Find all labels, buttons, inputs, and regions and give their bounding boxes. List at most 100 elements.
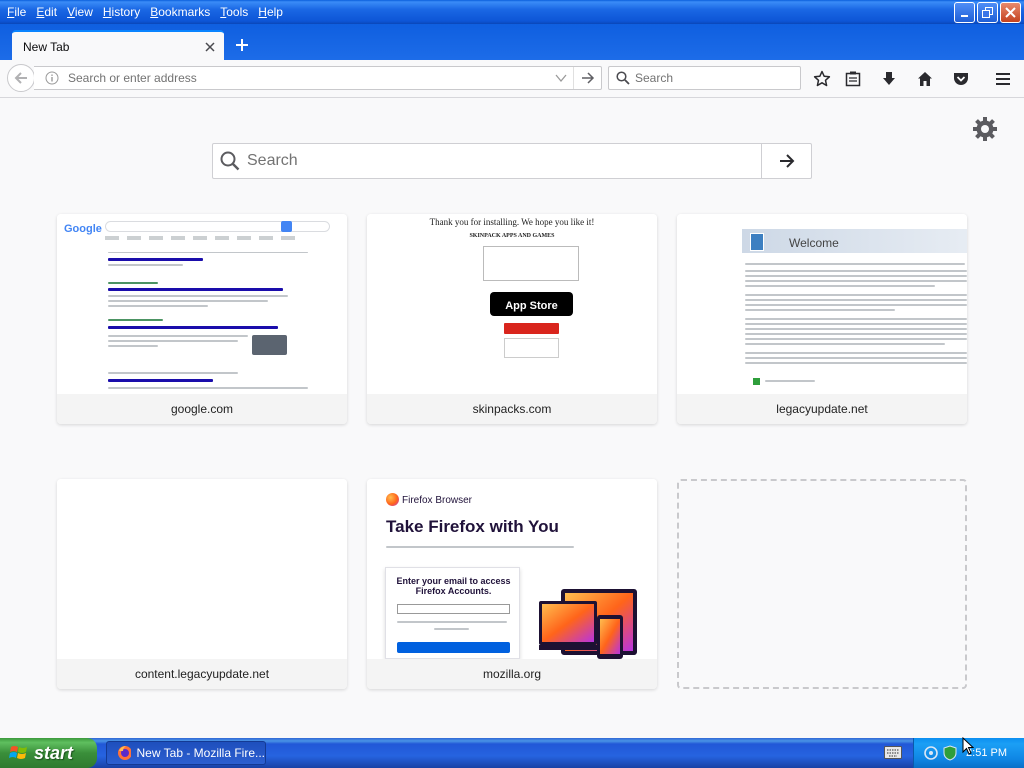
thumb-text xyxy=(108,300,268,302)
close-tab-button[interactable] xyxy=(200,37,220,57)
thumb-text xyxy=(745,352,967,354)
thumb-searchbar xyxy=(105,221,330,232)
top-site-tile[interactable]: Google google.com xyxy=(57,214,347,424)
plus-icon xyxy=(236,39,248,51)
network-icon[interactable] xyxy=(923,745,939,761)
minimize-button[interactable] xyxy=(954,2,975,23)
back-button[interactable] xyxy=(7,64,35,92)
thumb-text xyxy=(745,333,967,335)
thumb-text xyxy=(108,387,308,389)
thumb-text xyxy=(745,309,895,311)
thumb-text xyxy=(108,372,238,374)
thumb-text xyxy=(745,263,965,265)
newtab-search-box[interactable] xyxy=(212,143,812,179)
thumb-tabs xyxy=(105,236,295,240)
new-tab-button[interactable] xyxy=(232,35,252,55)
thumb-search-button xyxy=(281,221,292,232)
thumb-text xyxy=(745,328,967,330)
arrow-right-icon xyxy=(581,72,594,84)
url-bar[interactable] xyxy=(34,66,602,90)
tab-strip: New Tab xyxy=(0,24,1024,61)
thumb-text xyxy=(745,362,967,364)
menu-edit[interactable]: Edit xyxy=(31,1,62,23)
customize-button[interactable] xyxy=(970,114,1000,144)
start-button[interactable]: start xyxy=(0,738,97,768)
menu-tools[interactable]: Tools xyxy=(215,1,253,23)
hamburger-menu-button[interactable] xyxy=(991,67,1015,91)
empty-tile-placeholder[interactable] xyxy=(677,479,967,689)
security-shield-icon[interactable] xyxy=(942,745,958,761)
tile-label: content.legacyupdate.net xyxy=(57,659,347,689)
thumb-text xyxy=(108,295,288,297)
newtab-page: Google google.com Thank you fo xyxy=(0,99,1024,738)
bookmark-star-button[interactable] xyxy=(810,67,834,91)
tile-label: skinpacks.com xyxy=(367,394,657,424)
thumb-divider xyxy=(108,252,308,253)
tab-new-tab[interactable]: New Tab xyxy=(12,30,224,61)
tile-thumbnail: Firefox Browser Take Firefox with You En… xyxy=(367,479,657,659)
star-icon xyxy=(813,70,831,87)
address-input[interactable] xyxy=(62,71,549,85)
top-site-tile[interactable]: Firefox Browser Take Firefox with You En… xyxy=(367,479,657,689)
hamburger-icon xyxy=(996,73,1010,85)
thumb-brand: Firefox Browser xyxy=(402,495,473,506)
title-bar: File Edit View History Bookmarks Tools H… xyxy=(0,0,1024,24)
app-store-badge: App Store xyxy=(490,292,573,316)
top-site-tile[interactable]: Thank you for installing. We hope you li… xyxy=(367,214,657,424)
thumb-text xyxy=(745,294,967,296)
menu-help[interactable]: Help xyxy=(253,1,288,23)
menu-file[interactable]: File xyxy=(2,1,31,23)
thumb-text xyxy=(386,546,574,548)
close-icon xyxy=(1005,7,1016,18)
restore-button[interactable] xyxy=(977,2,998,23)
taskbar-window-label: New Tab - Mozilla Fire... xyxy=(136,746,265,760)
search-bar[interactable] xyxy=(608,66,801,90)
thumb-text xyxy=(745,304,967,306)
newtab-search-submit[interactable] xyxy=(761,144,811,178)
thumb-heading: Thank you for installing. We hope you li… xyxy=(429,217,595,227)
restore-icon xyxy=(982,7,993,18)
app-store-label: App Store xyxy=(505,300,558,312)
thumb-text xyxy=(745,343,945,345)
windows-flag-icon xyxy=(9,746,27,759)
thumb-text xyxy=(108,305,208,307)
pocket-button[interactable] xyxy=(949,67,973,91)
search-input[interactable] xyxy=(630,71,800,85)
menu-bar: File Edit View History Bookmarks Tools H… xyxy=(0,1,288,23)
firefox-logo xyxy=(386,493,399,506)
thumb-text xyxy=(108,282,158,284)
library-button[interactable] xyxy=(841,67,865,91)
menu-view[interactable]: View xyxy=(62,1,98,23)
thumb-text xyxy=(108,288,283,291)
thumb-text xyxy=(108,264,183,266)
downloads-button[interactable] xyxy=(877,67,901,91)
tile-thumbnail: Welcome xyxy=(677,214,967,394)
mouse-cursor-icon xyxy=(962,737,974,755)
site-info-button[interactable] xyxy=(42,71,62,85)
newtab-search-input[interactable] xyxy=(247,152,761,170)
top-site-tile[interactable]: Welcome legacyupdate.net xyxy=(677,214,967,424)
tile-thumbnail xyxy=(57,479,347,659)
tile-label: mozilla.org xyxy=(367,659,657,689)
top-site-tile[interactable]: content.legacyupdate.net xyxy=(57,479,347,689)
clipboard-icon xyxy=(845,71,861,87)
thumb-text xyxy=(108,319,163,321)
home-button[interactable] xyxy=(913,67,937,91)
thumb-continue-button xyxy=(397,642,510,653)
tile-label: google.com xyxy=(57,394,347,424)
thumb-text xyxy=(745,285,935,287)
thumb-banner xyxy=(742,229,967,253)
keyboard-icon[interactable] xyxy=(884,746,902,759)
menu-history[interactable]: History xyxy=(98,1,145,23)
menu-bookmarks[interactable]: Bookmarks xyxy=(145,1,215,23)
thumb-subheading: SKINPACK APPS AND GAMES xyxy=(469,233,555,239)
url-history-dropdown[interactable] xyxy=(549,74,573,82)
go-button[interactable] xyxy=(573,67,601,89)
thumb-text xyxy=(745,323,967,325)
minimize-icon xyxy=(961,15,968,17)
taskbar-window-button[interactable]: New Tab - Mozilla Fire... xyxy=(106,741,266,765)
close-window-button[interactable] xyxy=(1000,2,1021,23)
thumb-bullet xyxy=(753,378,760,385)
tile-label: legacyupdate.net xyxy=(677,394,967,424)
thumb-title: Take Firefox with You xyxy=(386,517,559,536)
